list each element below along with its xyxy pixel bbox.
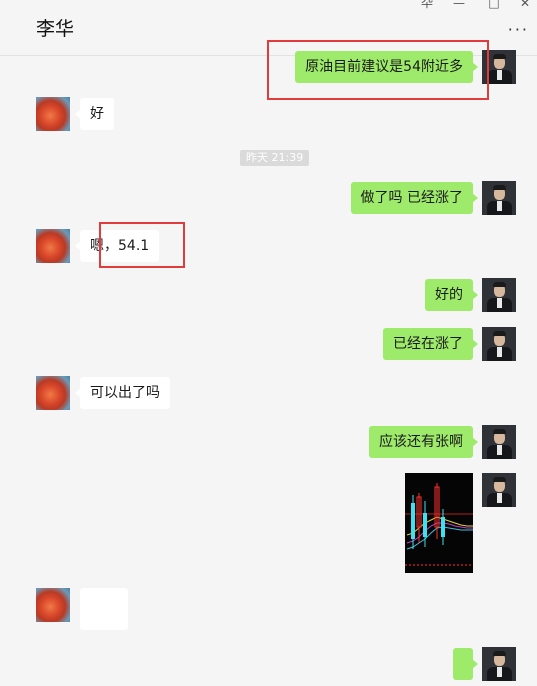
- my-avatar[interactable]: [482, 425, 516, 459]
- contact-name[interactable]: 李华: [36, 14, 74, 41]
- message-bubble-received[interactable]: 可以出了吗: [75, 377, 170, 409]
- ok-hand-sticker[interactable]: [80, 588, 128, 630]
- message-bubble-sent[interactable]: 做了吗 已经涨了: [350, 182, 479, 214]
- contact-avatar[interactable]: [36, 229, 70, 263]
- message-list[interactable]: 原油目前建议是54附近多 好 昨天 21:39 做了吗 已经涨了 嗯，54.1 …: [0, 40, 537, 686]
- message-bubble-received[interactable]: 好: [75, 98, 114, 130]
- my-avatar[interactable]: [482, 327, 516, 361]
- image-message[interactable]: [405, 473, 473, 573]
- highlight-box: [99, 222, 185, 268]
- message-bubble-sent[interactable]: 已经在涨了: [383, 328, 478, 360]
- contact-avatar[interactable]: [36, 588, 70, 622]
- more-options-button[interactable]: ···: [508, 20, 529, 39]
- my-avatar[interactable]: [482, 647, 516, 681]
- minimize-button[interactable]: —: [449, 0, 469, 10]
- candlestick-chart-image: [405, 473, 473, 573]
- message-bubble-sent[interactable]: 应该还有张啊: [369, 426, 478, 458]
- my-avatar[interactable]: [482, 278, 516, 312]
- my-avatar[interactable]: [482, 181, 516, 215]
- my-avatar[interactable]: [482, 473, 516, 507]
- message-bubble-sent[interactable]: [453, 648, 478, 680]
- contact-avatar[interactable]: [36, 376, 70, 410]
- close-button[interactable]: ✕: [515, 0, 535, 10]
- message-bubble-sent[interactable]: 好的: [425, 279, 478, 311]
- pin-icon[interactable]: 卆: [417, 0, 437, 10]
- highlight-box: [267, 40, 489, 100]
- timestamp-badge: 昨天 21:39: [240, 150, 310, 166]
- contact-avatar[interactable]: [36, 97, 70, 131]
- maximize-button[interactable]: □: [484, 0, 504, 10]
